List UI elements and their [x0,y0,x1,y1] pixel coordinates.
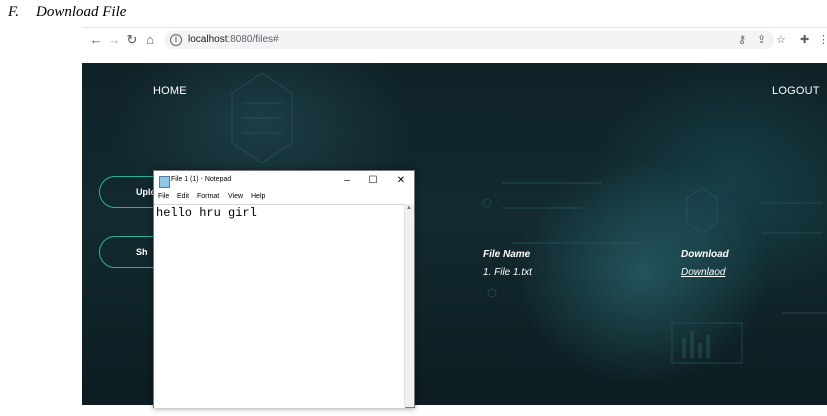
nav-logout-link[interactable]: LOGOUT [772,85,820,97]
nav-home-link[interactable]: HOME [153,85,187,97]
notepad-title: File 1 (1) - Notepad [171,176,232,183]
forward-icon[interactable]: → [106,32,122,48]
home-icon[interactable]: ⌂ [142,32,158,48]
file-name-header: File Name [483,249,531,260]
maximize-icon[interactable]: ☐ [366,174,380,188]
info-icon[interactable]: i [170,34,182,46]
url-text[interactable]: localhost:8080/files# [188,34,279,45]
menu-edit[interactable]: Edit [177,193,189,200]
notepad-title-bar[interactable]: File 1 (1) - Notepad – ☐ ✕ [154,171,414,191]
share-icon[interactable]: ⇪ [757,33,766,47]
star-icon[interactable]: ☆ [776,33,786,47]
caption-letter: F. [8,4,19,20]
download-link[interactable]: Downlaod [681,267,725,278]
back-icon[interactable]: ← [88,32,104,48]
menu-view[interactable]: View [228,193,243,200]
url-path: :8080/files# [227,34,279,45]
menu-help[interactable]: Help [251,193,265,200]
url-host: localhost [188,34,228,45]
address-bar[interactable]: i localhost:8080/files# [164,31,774,49]
notepad-app-icon [159,176,170,188]
menu-format[interactable]: Format [197,193,219,200]
file-name-cell: 1. File 1.txt [483,267,532,278]
download-header: Download [681,249,729,260]
scroll-up-icon[interactable]: ▲ [406,205,412,211]
reload-icon[interactable]: ↻ [124,32,140,48]
notepad-window[interactable]: File 1 (1) - Notepad – ☐ ✕ File Edit For… [153,170,415,408]
menu-icon[interactable]: ⋮ [818,33,827,47]
notepad-content[interactable]: hello hru girl [156,206,257,220]
browser-toolbar: ← → ↻ ⌂ i localhost:8080/files# ⚷ ⇪ ☆ ✚ … [82,27,827,54]
caption-text: Download File [36,4,127,20]
close-icon[interactable]: ✕ [394,174,408,188]
menu-file[interactable]: File [158,193,169,200]
figure-caption: F. Download File [8,4,126,21]
notepad-menu-bar: File Edit Format View Help [154,191,414,204]
notepad-text-area[interactable]: hello hru girl [154,204,405,408]
minimize-icon[interactable]: – [340,174,354,188]
notepad-scrollbar[interactable]: ▲ [404,204,414,407]
extensions-icon[interactable]: ✚ [800,33,809,47]
key-icon[interactable]: ⚷ [738,33,746,47]
